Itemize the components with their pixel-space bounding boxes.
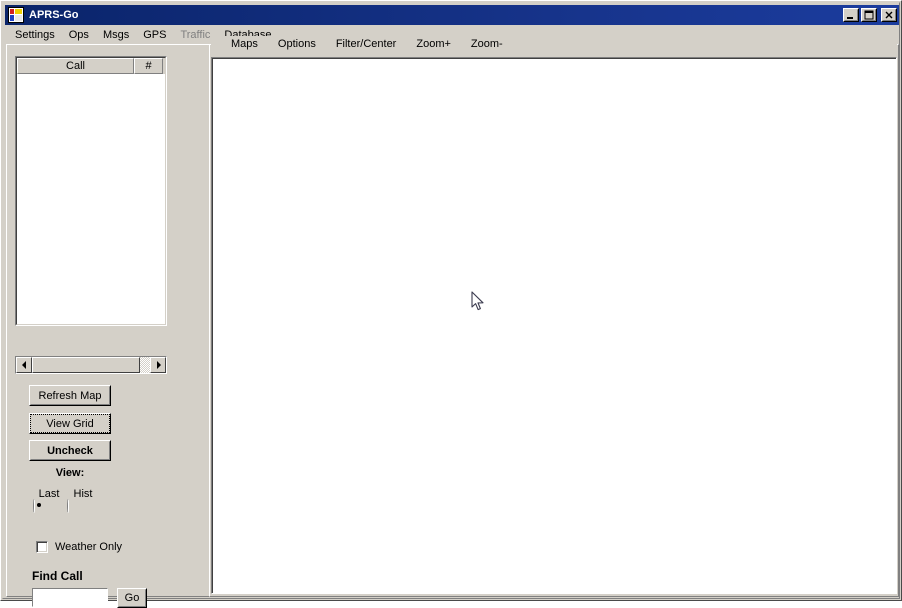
radio-view-last-label: Last [38,488,60,500]
map-menu-item-filter-center[interactable]: Filter/Center [326,36,407,52]
application-window: APRS-Go Settings Ops Msgs GPS Traffic Da… [0,0,902,608]
map-menu-item-zoom-out[interactable]: Zoom- [461,36,513,52]
call-list-inner: Call # [16,57,166,325]
window-inner-frame: APRS-Go Settings Ops Msgs GPS Traffic Da… [2,2,900,608]
column-header-call[interactable]: Call [17,58,134,74]
radio-view-last-dot[interactable] [33,499,35,513]
call-list-body[interactable] [17,74,165,324]
scroll-left-icon[interactable] [16,357,32,373]
refresh-map-button-label: Refresh Map [38,389,102,402]
column-header-count[interactable]: # [134,58,163,74]
map-canvas-surface[interactable] [212,58,896,593]
menu-item-gps[interactable]: GPS [136,27,173,43]
close-icon[interactable] [881,8,897,22]
aprs-app-icon [8,7,24,23]
scrollbar-thumb[interactable] [32,357,140,373]
scroll-right-icon[interactable] [150,357,166,373]
call-list-horizontal-scrollbar[interactable] [15,356,167,374]
weather-only-checkbox-label: Weather Only [55,541,123,553]
menu-item-ops[interactable]: Ops [62,27,96,43]
map-menu-item-zoom-in[interactable]: Zoom+ [406,36,461,52]
radio-view-last[interactable]: Last [33,488,65,513]
radio-view-hist[interactable]: Hist [67,488,99,513]
map-menu-item-maps[interactable]: Maps [221,36,268,52]
menu-item-settings[interactable]: Settings [8,27,62,43]
map-panel: Maps Options Filter/Center Zoom+ Zoom- [209,36,899,597]
call-list-header: Call # [17,58,165,74]
view-grid-button[interactable]: View Grid [29,413,111,434]
refresh-map-button[interactable]: Refresh Map [29,385,111,406]
view-section-label: View: [55,467,85,479]
map-canvas[interactable] [211,57,897,594]
map-menu-item-options[interactable]: Options [268,36,326,52]
radio-view-hist-label: Hist [73,488,93,500]
radio-view-hist-dot[interactable] [67,499,69,513]
call-list-box[interactable]: Call # [15,56,167,326]
view-grid-button-label: View Grid [46,417,94,430]
sidebar-panel: Call # Refresh Map View Grid Uncheck Vie… [6,44,210,608]
menu-item-msgs[interactable]: Msgs [96,27,136,43]
uncheck-button-label: Uncheck [47,444,93,457]
map-menu-bar: Maps Options Filter/Center Zoom+ Zoom- [211,36,897,52]
weather-only-checkbox-box[interactable] [36,541,48,553]
find-call-input[interactable] [32,588,108,607]
find-call-label: Find Call [32,569,83,583]
minimize-icon[interactable] [843,8,859,22]
find-call-go-button[interactable]: Go [117,588,147,608]
find-call-go-button-label: Go [124,592,140,604]
title-bar[interactable]: APRS-Go [5,5,899,25]
maximize-icon[interactable] [861,8,877,22]
scrollbar-track[interactable] [32,357,150,373]
uncheck-button[interactable]: Uncheck [29,440,111,461]
window-title: APRS-Go [29,9,79,21]
weather-only-checkbox[interactable]: Weather Only [36,541,122,553]
